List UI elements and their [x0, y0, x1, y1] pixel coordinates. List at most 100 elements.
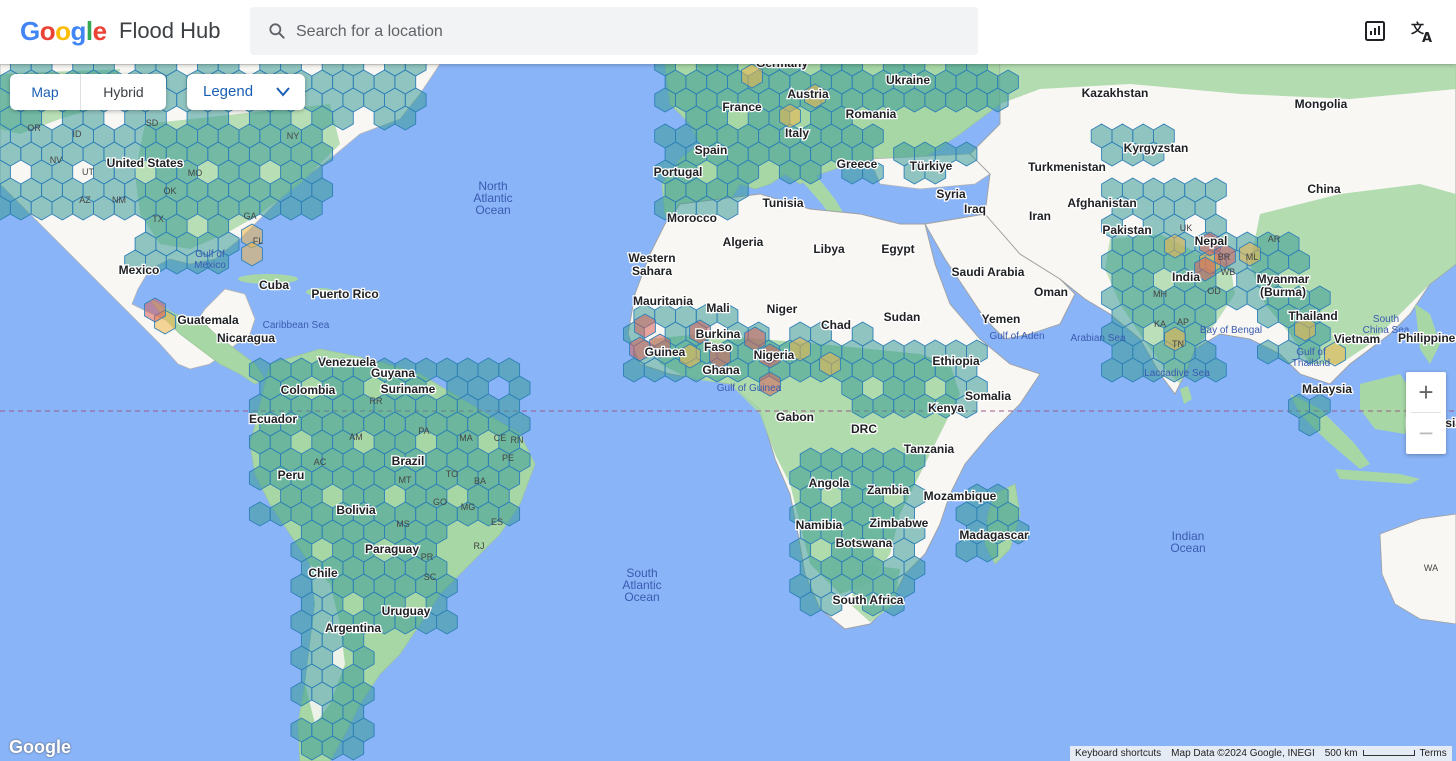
region-label: WB	[1221, 267, 1236, 277]
country-label: Angola	[809, 476, 850, 490]
region-label: PR	[421, 552, 434, 562]
country-label: Libya	[813, 242, 845, 256]
country-label: Brazil	[392, 454, 425, 468]
scale-label[interactable]: 500 km	[1320, 748, 1363, 759]
google-watermark: Google	[9, 737, 71, 757]
country-label: Colombia	[281, 383, 336, 397]
logo-letter: o	[39, 16, 56, 46]
legend-label: Legend	[203, 83, 254, 100]
label-line: Thailand	[1292, 358, 1330, 369]
country-label: Somalia	[965, 389, 1011, 403]
ocean-label-line: Ocean	[1170, 541, 1205, 555]
chevron-down-icon	[276, 87, 290, 97]
region-label: CE	[494, 433, 507, 443]
region-label: NM	[112, 195, 126, 205]
country-label: Nigeria	[754, 348, 795, 362]
country-label: Mauritania	[633, 294, 693, 308]
keyboard-shortcuts-link[interactable]: Keyboard shortcuts	[1070, 748, 1166, 759]
region-label: MG	[461, 502, 476, 512]
region-label: WA	[1424, 563, 1438, 573]
country-label: Thailand	[1288, 309, 1337, 323]
legend-button[interactable]: Legend	[187, 74, 305, 110]
sea-label: Arabian Sea	[1070, 333, 1125, 344]
region-label: NV	[50, 155, 63, 165]
country-label: Chile	[308, 566, 338, 580]
country-label: Afghanistan	[1067, 196, 1136, 210]
sea-label: Gulf of Thailand	[1292, 347, 1330, 369]
report-icon[interactable]	[1362, 18, 1388, 44]
country-label: South Africa	[833, 593, 904, 607]
region-label: FL	[253, 236, 264, 246]
country-label: Ethiopia	[932, 354, 980, 368]
region-label: NY	[287, 131, 300, 141]
country-label: Italy	[785, 126, 809, 140]
top-bar: Google Flood Hub 文 A	[0, 0, 1456, 64]
country-label: Zimbabwe	[870, 516, 929, 530]
search-box[interactable]	[250, 7, 978, 57]
country-label: Oman	[1034, 285, 1068, 299]
country-label: Ecuador	[249, 412, 297, 426]
region-label: OD	[1207, 286, 1221, 296]
country-label: Nepal	[1195, 234, 1228, 248]
country-label: Ukraine	[886, 73, 930, 87]
logo-letter: o	[55, 16, 71, 46]
search-input[interactable]	[294, 7, 958, 57]
country-label: Morocco	[667, 211, 717, 225]
region-label: MT	[399, 475, 412, 485]
country-label: Mongolia	[1295, 97, 1348, 111]
map-type-map-button[interactable]: Map	[10, 74, 81, 110]
ocean-label-north-atlantic: North Atlantic Ocean	[473, 179, 512, 217]
country-label: Kazakhstan	[1082, 86, 1149, 100]
country-label: Mozambique	[924, 489, 997, 503]
country-label: Ghana	[702, 363, 740, 377]
country-label: Turkmenistan	[1028, 160, 1106, 174]
translate-icon[interactable]: 文 A	[1410, 18, 1436, 44]
country-label: Mexico	[119, 263, 160, 277]
region-label: AR	[1268, 234, 1281, 244]
search-icon	[269, 23, 285, 39]
label-line: Sahara	[632, 264, 672, 278]
country-label: Kyrgyzstan	[1124, 141, 1189, 155]
product-name: Flood Hub	[119, 18, 221, 43]
region-label: SC	[424, 572, 437, 582]
flood-map[interactable]: North Atlantic Ocean South Atlantic Ocean In…	[0, 64, 1456, 761]
country-label: Chad	[821, 318, 851, 332]
country-label: Philippines	[1398, 331, 1456, 345]
map-type-hybrid-button[interactable]: Hybrid	[81, 74, 166, 110]
logo-letter: g	[70, 16, 87, 46]
region-label: MO	[188, 168, 203, 178]
svg-text:A: A	[1422, 31, 1432, 44]
region-label: GO	[433, 497, 447, 507]
region-label: MA	[459, 433, 473, 443]
country-label: Bolivia	[336, 503, 376, 517]
label-line: Western	[628, 251, 675, 265]
zoom-out-button[interactable]: −	[1406, 413, 1446, 453]
country-label: Suriname	[381, 382, 436, 396]
country-label: Syria	[936, 187, 966, 201]
region-label: SD	[146, 118, 159, 128]
country-label: DRC	[851, 422, 877, 436]
region-label: UT	[82, 167, 94, 177]
region-label: TN	[1172, 339, 1184, 349]
region-label: BA	[474, 476, 486, 486]
zoom-in-button[interactable]: +	[1406, 372, 1446, 412]
country-label: Guinea	[645, 345, 686, 359]
country-label: Germany	[756, 64, 808, 70]
region-label: AM	[349, 432, 363, 442]
country-label: Yemen	[982, 312, 1021, 326]
label-line: Mexico	[194, 260, 226, 271]
sea-label: Caribbean Sea	[263, 320, 330, 331]
region-label: PA	[418, 426, 429, 436]
logo-letter: l	[85, 16, 93, 46]
country-label: Kenya	[928, 401, 964, 415]
country-label: Argentina	[325, 621, 381, 635]
label-line: Myanmar	[1257, 272, 1310, 286]
country-label: Portugal	[654, 165, 703, 179]
country-label: Tanzania	[904, 442, 955, 456]
sea-label: Laccadive Sea	[1144, 368, 1210, 379]
map-data-credit: Map Data ©2024 Google, INEGI	[1171, 748, 1315, 759]
country-label: Türkiye	[910, 159, 953, 173]
google-logo[interactable]: Google	[20, 16, 107, 47]
terms-link[interactable]: Terms	[1415, 748, 1452, 759]
country-label: Greece	[837, 157, 878, 171]
